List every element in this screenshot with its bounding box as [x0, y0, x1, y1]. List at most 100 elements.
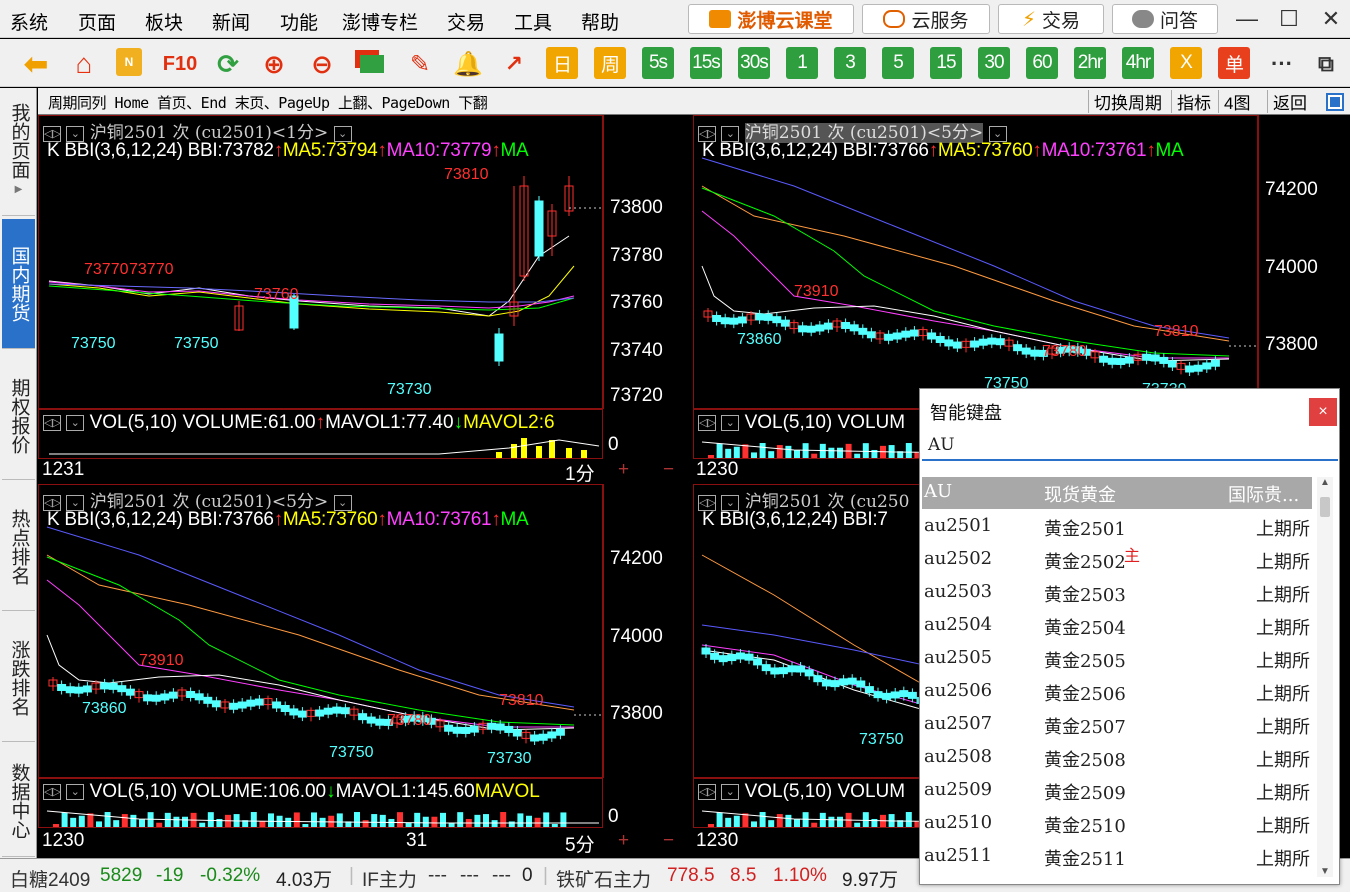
period-30s[interactable]: 30s	[738, 47, 770, 79]
switch-period-button[interactable]: 切换周期	[1088, 90, 1167, 113]
nav-arrows-icon[interactable]: ◁▷	[43, 783, 61, 800]
candle	[804, 669, 814, 677]
nav-arrows-icon[interactable]: ◁▷	[698, 414, 716, 431]
back-arrow-icon[interactable]: ⬅	[20, 48, 52, 81]
list-item[interactable]: au2507 黄金2507 上期所	[922, 707, 1312, 740]
period-60[interactable]: 60	[1026, 47, 1058, 79]
period-2hr[interactable]: 2hr	[1074, 47, 1106, 79]
export-icon[interactable]: ⧉	[1310, 48, 1342, 80]
f10-button[interactable]: F10	[160, 48, 200, 80]
dropdown-icon[interactable]: ⌄	[66, 783, 85, 800]
list-item[interactable]: au2501 黄金2501 上期所	[922, 509, 1312, 542]
sidebar-item-change-ranking[interactable]: 涨跌排名	[2, 614, 35, 742]
zoom-minus-button[interactable]: −	[663, 830, 674, 852]
nav-arrows-icon[interactable]: ◁▷	[698, 783, 716, 800]
windows-icon[interactable]	[356, 48, 388, 80]
list-item[interactable]: au2503 黄金2503 上期所	[922, 575, 1312, 608]
trade-button[interactable]: ⚡ 交易	[998, 4, 1104, 34]
sidebar-item-data-center[interactable]: 数据中心	[2, 745, 35, 857]
period-30[interactable]: 30	[978, 47, 1010, 79]
volume-panel-3[interactable]: ◁▷ ⌄ VOL(5,10) VOLUME:106.00↓MAVOL1:145.…	[38, 778, 603, 828]
menu-function[interactable]: 功能	[280, 8, 318, 35]
candle	[978, 338, 988, 346]
search-input[interactable]: AU	[922, 431, 1338, 461]
refresh-icon[interactable]: ⟳	[212, 48, 244, 80]
kline-panel-1[interactable]: 73810 73770 73770 73760 73750 73750 73730 ◁▷ ⌄…	[38, 115, 603, 409]
menu-tools[interactable]: 工具	[514, 8, 552, 35]
candle	[1013, 344, 1023, 352]
day-button[interactable]: 日	[546, 47, 578, 79]
scrollbar[interactable]: ▲ ▼	[1317, 477, 1333, 877]
period-3[interactable]: 3	[834, 47, 866, 79]
list-item[interactable]: au2504 黄金2504 上期所	[922, 608, 1312, 641]
zoom-plus-button[interactable]: +	[618, 830, 629, 852]
menu-system[interactable]: 系统	[10, 8, 48, 35]
scroll-down-icon[interactable]: ▼	[1317, 866, 1333, 877]
panel-3-yaxis: 74200 74000 73800	[603, 484, 693, 778]
dropdown-icon[interactable]: ⌄	[66, 414, 85, 431]
zoom-minus-button[interactable]: −	[663, 459, 674, 481]
kline-panel-2[interactable]: 739107386073780737507381073730 ◁▷ ⌄ 沪铜25…	[693, 115, 1258, 409]
sidebar-item-my-page[interactable]: 我的页面 ▶	[2, 88, 35, 216]
indicator-button[interactable]: 指标	[1171, 90, 1216, 113]
zoom-out-icon[interactable]: ⊖	[306, 48, 338, 80]
trend-icon[interactable]: ↗	[498, 48, 530, 80]
minimize-icon[interactable]: —	[1230, 4, 1264, 34]
period-5s[interactable]: 5s	[642, 47, 674, 79]
single-button[interactable]: 单	[1218, 47, 1250, 79]
period-4hr[interactable]: 4hr	[1122, 47, 1154, 79]
dropdown-icon[interactable]: ⌄	[721, 783, 740, 800]
scrollbar-thumb[interactable]	[1320, 497, 1330, 517]
period-15[interactable]: 15	[930, 47, 962, 79]
cloud-service-button[interactable]: 云服务	[862, 4, 990, 34]
menu-trade[interactable]: 交易	[447, 8, 485, 35]
menu-column[interactable]: 澎博专栏	[342, 8, 418, 35]
sidebar-item-option-quotes[interactable]: 期权报价	[2, 352, 35, 480]
home-icon[interactable]: ⌂	[68, 48, 100, 80]
layout-toggle-icon[interactable]	[1326, 93, 1344, 111]
volume-bar	[474, 814, 481, 827]
list-item[interactable]: au2505 黄金2505 上期所	[922, 641, 1312, 674]
menu-sector[interactable]: 板块	[145, 8, 183, 35]
menu-help[interactable]: 帮助	[581, 8, 619, 35]
zoom-plus-button[interactable]: +	[618, 459, 629, 481]
ma-line-orange	[701, 554, 925, 686]
list-item[interactable]: au2510 黄金2510 上期所	[922, 806, 1312, 839]
list-item[interactable]: au2508 黄金2508 上期所	[922, 740, 1312, 773]
sidebar-item-hot-ranking[interactable]: 热点排名	[2, 483, 35, 611]
period-15s[interactable]: 15s	[690, 47, 722, 79]
ticker-if-name[interactable]: IF主力	[362, 865, 417, 892]
list-item[interactable]: au2511 黄金2511 上期所	[922, 839, 1312, 872]
x-button[interactable]: X	[1170, 47, 1202, 79]
exchange-name: 上期所	[1256, 585, 1310, 606]
list-item[interactable]: au2509 黄金2509 上期所	[922, 773, 1312, 806]
ticker-iron-name[interactable]: 铁矿石主力	[556, 865, 651, 892]
bell-icon[interactable]: 🔔	[452, 48, 484, 80]
pen-icon[interactable]: ✎	[404, 48, 436, 80]
list-item[interactable]: au2506 黄金2506 上期所	[922, 674, 1312, 707]
period-1[interactable]: 1	[786, 47, 818, 79]
week-button[interactable]: 周	[594, 47, 626, 79]
kline-panel-3[interactable]: 73910 73860 73780 73750 73810 73730 ◁▷ ⌄ 沪铜25…	[38, 484, 603, 778]
chat-icon	[1131, 10, 1154, 28]
close-icon[interactable]: ✕	[1314, 4, 1348, 34]
menu-page[interactable]: 页面	[78, 8, 116, 35]
menu-news[interactable]: 新闻	[212, 8, 250, 35]
maximize-icon[interactable]: ☐	[1272, 4, 1306, 34]
list-item[interactable]: au2502 黄金2502 主 上期所	[922, 542, 1312, 575]
qa-button[interactable]: 问答	[1112, 4, 1218, 34]
nav-arrows-icon[interactable]: ◁▷	[43, 414, 61, 431]
close-button[interactable]: ×	[1309, 398, 1337, 426]
classroom-button[interactable]: 澎博云课堂	[688, 4, 854, 34]
back-button[interactable]: 返回	[1267, 90, 1312, 113]
period-5[interactable]: 5	[882, 47, 914, 79]
volume-panel-1[interactable]: ◁▷ ⌄ VOL(5,10) VOLUME:61.00↑MAVOL1:77.40…	[38, 409, 603, 459]
dropdown-icon[interactable]: ⌄	[721, 414, 740, 431]
scroll-up-icon[interactable]: ▲	[1317, 477, 1333, 488]
notes-icon[interactable]: N	[116, 48, 142, 76]
zoom-in-icon[interactable]: ⊕	[258, 48, 290, 80]
more-button[interactable]: ···	[1266, 48, 1298, 80]
sidebar-item-domestic-futures[interactable]: 国内期货	[2, 219, 35, 349]
four-chart-button[interactable]: 4图	[1218, 90, 1255, 113]
ticker-sugar-name[interactable]: 白糖2409	[10, 865, 90, 892]
